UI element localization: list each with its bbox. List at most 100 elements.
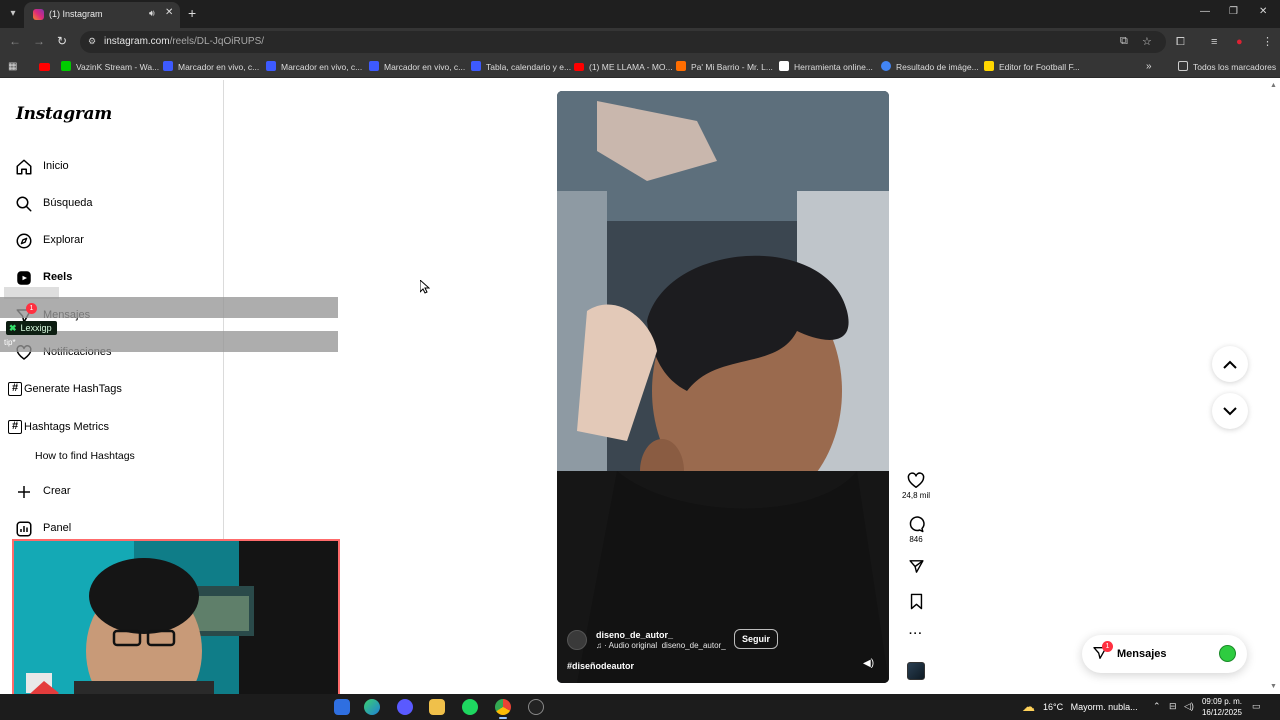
volume-icon[interactable]: ◀︎) xyxy=(863,658,874,669)
weather-cloud-icon[interactable]: ☁ xyxy=(1022,699,1035,715)
site-info-icon[interactable]: ⚙ xyxy=(88,36,96,47)
close-window-icon[interactable]: ✕ xyxy=(1259,6,1267,17)
bookmark-1[interactable]: VazinK Stream - Wa... xyxy=(61,60,159,74)
tab-instagram[interactable]: (1) Instagram 🔊︎ ✕ xyxy=(24,2,180,28)
sidebar-item-label: Crear xyxy=(43,485,71,497)
bookmark-label: Editor for Football F... xyxy=(999,62,1080,72)
url-bar[interactable]: ⚙ instagram.com/reels/DL-JqOiRUPS/ ⧉ ☆ xyxy=(80,31,1166,53)
reel-video[interactable]: diseno_de_autor_ ♫ · Audio original dise… xyxy=(557,91,889,683)
youtube-bookmark-icon[interactable] xyxy=(39,60,55,74)
bookmark-label: Resultado de imáge... xyxy=(896,62,979,72)
forward-icon[interactable]: → xyxy=(33,34,45,48)
sidebar-item-crear[interactable]: Crear xyxy=(0,479,222,505)
bookmark-9[interactable]: Resultado de imáge... xyxy=(881,60,979,74)
more-bookmarks-icon[interactable]: » xyxy=(1146,60,1152,74)
weather-widget[interactable]: 16°C Mayorm. nubla... xyxy=(1043,702,1138,712)
author-username[interactable]: diseno_de_autor_ xyxy=(596,630,673,640)
bookmark-5[interactable]: Tabla, calendario y e... xyxy=(471,60,571,74)
stream-overlay-bar-1 xyxy=(0,297,338,318)
tab-audio-icon[interactable]: 🔊︎ xyxy=(149,8,155,19)
notifications-icon[interactable]: ▭ xyxy=(1252,701,1261,712)
messages-pill-label: Mensajes xyxy=(1117,648,1167,660)
bookmark-2[interactable]: Marcador en vivo, c... xyxy=(163,60,259,74)
sidebar-item-inicio[interactable]: Inicio xyxy=(0,154,222,180)
next-reel-button[interactable] xyxy=(1212,393,1248,429)
speaker-icon[interactable]: ◁) xyxy=(1184,701,1194,712)
tab-close-icon[interactable]: ✕ xyxy=(165,7,173,18)
scroll-down-icon[interactable]: ▼ xyxy=(1270,683,1277,690)
comment-count: 846 xyxy=(909,535,923,544)
sidebar-item-hashtags-metrics[interactable]: # Hashtags Metrics xyxy=(0,415,222,441)
instagram-logo[interactable]: Instagram xyxy=(16,104,112,124)
obs-icon[interactable] xyxy=(528,699,544,715)
hashtag-icon: # xyxy=(8,382,22,396)
chrome-icon[interactable] xyxy=(495,699,511,715)
sidebar-item-explorar[interactable]: Explorar xyxy=(0,228,222,254)
more-options-icon[interactable]: ··· xyxy=(896,628,936,640)
bookmark-label: Marcador en vivo, c... xyxy=(178,62,260,72)
save-action[interactable] xyxy=(896,593,936,610)
audio-author: diseno_de_autor_ xyxy=(661,641,726,650)
audio-thumbnail[interactable] xyxy=(907,662,925,680)
mouse-cursor-icon xyxy=(420,280,430,294)
chrome-menu-icon[interactable]: ⋮ xyxy=(1262,36,1273,48)
minimize-icon[interactable]: — xyxy=(1200,6,1210,17)
sidebar-item-label: Explorar xyxy=(43,234,84,246)
url-path: /reels/DL-JqOiRUPS/ xyxy=(169,36,265,47)
follow-button[interactable]: Seguir xyxy=(734,629,779,649)
bookmark-star-icon[interactable]: ☆ xyxy=(1142,35,1152,48)
comment-action[interactable]: 846 xyxy=(896,515,936,544)
apps-grid-icon[interactable]: ▦ xyxy=(8,60,17,74)
extensions-icon[interactable]: ⧠ xyxy=(1176,36,1185,48)
bookmark-favicon-icon xyxy=(369,61,379,71)
webcam-image xyxy=(14,541,338,710)
sidebar-item-busqueda[interactable]: Búsqueda xyxy=(0,191,222,217)
profile-icon[interactable]: ● xyxy=(1236,36,1243,48)
folder-icon xyxy=(1178,61,1188,71)
media-controls-icon[interactable]: ≡ xyxy=(1211,36,1217,48)
bookmark-3[interactable]: Marcador en vivo, c... xyxy=(266,60,362,74)
reel-audio-info[interactable]: ♫ · Audio original diseno_de_autor_ xyxy=(596,641,726,650)
bookmark-4[interactable]: Marcador en vivo, c... xyxy=(369,60,465,74)
weather-text: Mayorm. nubla... xyxy=(1070,702,1138,712)
like-action[interactable]: 24,8 mil xyxy=(896,472,936,500)
reel-caption[interactable]: #diseñodeautor xyxy=(567,661,634,671)
discord-icon[interactable] xyxy=(397,699,413,715)
spotify-icon[interactable] xyxy=(462,699,478,715)
webcam-overlay xyxy=(12,539,340,712)
taskbar: ☁ 16°C Mayorm. nubla... ⌃ ⊟ ◁) 09:09 p. … xyxy=(0,694,1280,720)
reload-icon[interactable]: ↻ xyxy=(57,34,67,48)
taskbar-app-icon[interactable] xyxy=(334,699,350,715)
bookmark-8[interactable]: Herramienta online... xyxy=(779,60,873,74)
tab-search-icon[interactable]: ▾ xyxy=(4,5,22,23)
sidebar-link-how-to-find-hashtags[interactable]: How to find Hashtags xyxy=(0,444,222,470)
sidebar-item-label: Hashtags Metrics xyxy=(24,421,109,433)
install-app-icon[interactable]: ⧉ xyxy=(1120,35,1128,48)
tray-chevron-icon[interactable]: ⌃ xyxy=(1153,701,1161,712)
bookmark-label: Pa' Mi Barrio - Mr. L... xyxy=(691,62,773,72)
reel-video-frame xyxy=(557,91,889,683)
file-explorer-icon[interactable] xyxy=(429,699,445,715)
previous-reel-button[interactable] xyxy=(1212,346,1248,382)
scroll-up-icon[interactable]: ▲ xyxy=(1270,82,1277,89)
restore-icon[interactable]: ❐ xyxy=(1229,6,1238,17)
all-bookmarks-folder[interactable]: Todos los marcadores xyxy=(1178,60,1276,74)
bookmark-label: (1) ME LLAMA - MO... xyxy=(589,62,673,72)
share-icon xyxy=(908,560,924,573)
network-icon[interactable]: ⊟ xyxy=(1169,701,1177,712)
bookmark-6[interactable]: (1) ME LLAMA - MO... xyxy=(574,60,673,74)
new-tab-icon[interactable]: + xyxy=(188,5,196,21)
taskbar-clock[interactable]: 09:09 p. m. 16/12/2025 xyxy=(1199,696,1245,718)
bookmark-10[interactable]: Editor for Football F... xyxy=(984,60,1080,74)
share-action[interactable] xyxy=(896,558,936,575)
bookmark-label: VazinK Stream - Wa... xyxy=(76,62,160,72)
back-icon[interactable]: ← xyxy=(9,34,21,48)
temperature: 16°C xyxy=(1043,702,1064,712)
author-avatar[interactable] xyxy=(567,630,587,650)
chevron-up-icon xyxy=(1223,360,1237,369)
edge-icon[interactable] xyxy=(364,699,380,715)
messages-pill[interactable]: 1 Mensajes xyxy=(1082,635,1247,673)
bookmark-7[interactable]: Pa' Mi Barrio - Mr. L... xyxy=(676,60,773,74)
bookmark-label: Marcador en vivo, c... xyxy=(281,62,363,72)
sidebar-item-generate-hashtags[interactable]: # Generate HashTags xyxy=(0,377,222,403)
